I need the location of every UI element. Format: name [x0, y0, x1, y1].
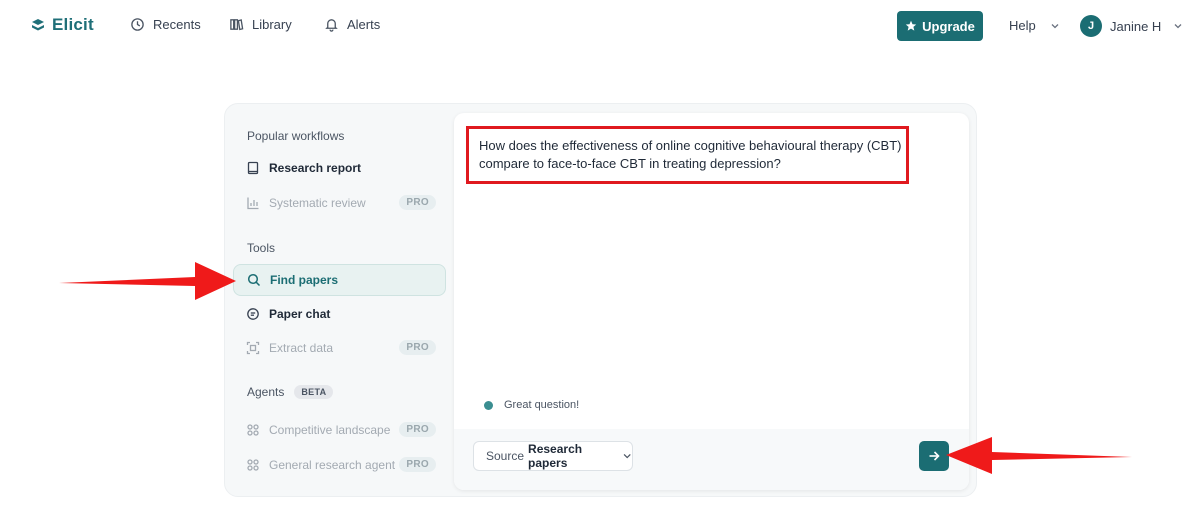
bell-icon [325, 19, 338, 32]
sidebar-item-label: Competitive landscape [269, 423, 391, 437]
sidebar-item-systematic-review[interactable]: Systematic review PRO [233, 187, 446, 219]
source-value: Research papers [528, 442, 583, 470]
chart-icon [247, 197, 259, 210]
agents-title: Agents [247, 385, 285, 399]
pro-badge: PRO [399, 422, 436, 437]
pro-badge: PRO [399, 195, 436, 210]
workflow-panel: Popular workflows Research report System… [224, 103, 977, 497]
sidebar-item-label: Systematic review [269, 196, 366, 210]
sidebar-item-label: Paper chat [269, 307, 331, 321]
elicit-logo[interactable]: Elicit [30, 15, 94, 35]
query-status: Great question! [484, 399, 579, 411]
user-name: Janine H [1110, 18, 1162, 34]
pro-badge: PRO [399, 457, 436, 472]
chevron-down-icon [623, 454, 631, 459]
section-popular-workflows: Popular workflows [247, 129, 345, 143]
sidebar: Popular workflows Research report System… [225, 104, 455, 496]
star-icon [905, 20, 917, 31]
upgrade-button[interactable]: Upgrade [897, 11, 983, 41]
sidebar-item-competitive-landscape[interactable]: Competitive landscape PRO [233, 414, 446, 446]
upgrade-label: Upgrade [922, 18, 975, 34]
brand-name: Elicit [52, 15, 94, 34]
nav-alerts[interactable]: Alerts [324, 17, 380, 32]
help-menu[interactable]: Help [1009, 18, 1060, 33]
status-text: Great question! [504, 399, 580, 411]
source-select[interactable]: Source Research papers [473, 441, 633, 471]
annotation-arrow-left-icon [59, 262, 236, 300]
sidebar-item-label: Find papers [270, 273, 339, 287]
chevron-down-icon [1051, 23, 1059, 28]
library-icon [230, 19, 244, 31]
sidebar-item-research-report[interactable]: Research report [233, 152, 446, 184]
top-navigation: Elicit Recents Library Alerts Upgrade He… [0, 0, 1200, 52]
section-agents: Agents BETA [247, 385, 334, 399]
source-label: Source [486, 449, 525, 463]
agent-icon [247, 459, 259, 471]
chevron-down-icon [1174, 24, 1182, 29]
nav-library[interactable]: Library [229, 17, 292, 32]
elicit-logo-icon [32, 19, 44, 31]
nav-library-label: Library [252, 17, 292, 32]
annotation-arrow-right-icon [946, 437, 1132, 474]
help-label: Help [1009, 18, 1036, 33]
sidebar-item-label: Extract data [269, 341, 334, 355]
book-icon [247, 161, 259, 175]
nav-alerts-label: Alerts [347, 17, 381, 32]
sidebar-item-extract-data[interactable]: Extract data PRO [233, 332, 446, 364]
sidebar-item-paper-chat[interactable]: Paper chat [233, 298, 446, 330]
user-menu[interactable]: J Janine H [1080, 15, 1183, 37]
query-footer: Source Research papers [454, 429, 969, 490]
avatar: J [1080, 15, 1102, 37]
nav-recents[interactable]: Recents [130, 17, 201, 32]
nav-recents-label: Recents [153, 17, 201, 32]
query-text[interactable]: How does the effectiveness of online cog… [479, 137, 904, 173]
search-icon [247, 273, 261, 287]
query-card: How does the effectiveness of online cog… [454, 113, 969, 490]
extract-icon [246, 341, 260, 355]
sidebar-item-general-research-agent[interactable]: General research agent PRO [233, 449, 446, 481]
chat-icon [247, 308, 259, 320]
beta-badge: BETA [294, 385, 334, 399]
query-highlight-box[interactable]: How does the effectiveness of online cog… [466, 126, 909, 184]
sidebar-item-label: Research report [269, 161, 362, 175]
arrow-right-icon [929, 451, 940, 461]
sidebar-item-label: General research agent [269, 458, 396, 472]
agent-icon [247, 424, 259, 436]
sidebar-item-find-papers[interactable]: Find papers [233, 264, 446, 296]
clock-icon [131, 18, 144, 31]
pro-badge: PRO [399, 340, 436, 355]
status-dot-icon [484, 400, 493, 410]
section-tools: Tools [247, 241, 276, 255]
